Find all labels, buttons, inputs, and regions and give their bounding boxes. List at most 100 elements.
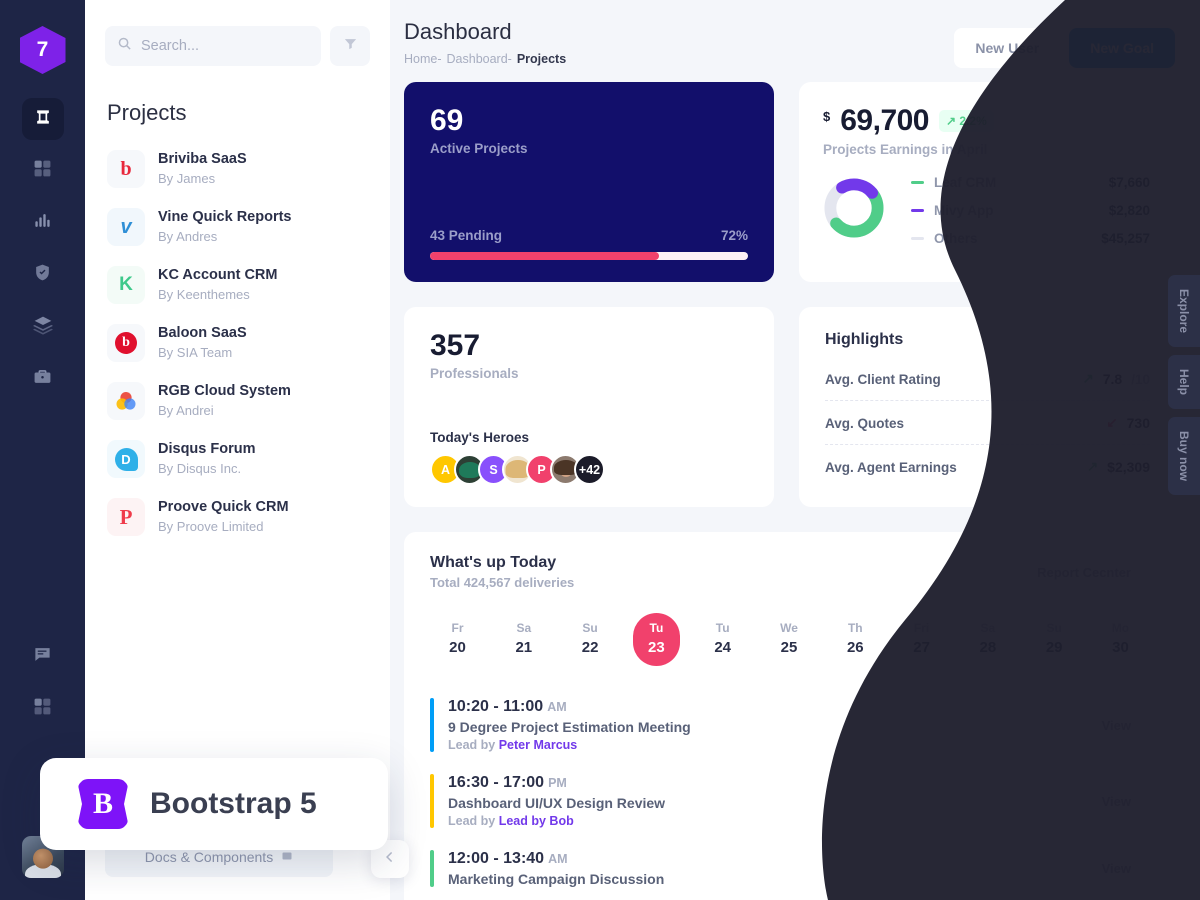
day-of-week: Mo (1111, 621, 1130, 635)
view-button[interactable]: View (1084, 784, 1148, 818)
event-lead-prefix: Lead by (448, 814, 499, 828)
day-of-week: Tu (715, 621, 730, 635)
bootstrap-badge: B Bootstrap 5 (40, 758, 388, 850)
avatar-initial: S (489, 462, 498, 477)
breadcrumb-item-dashboard[interactable]: Dashboard- (447, 52, 512, 66)
day-item[interactable]: Sa 21 (500, 613, 547, 666)
external-link-icon (281, 849, 293, 865)
rail-item-messages[interactable] (22, 636, 64, 678)
highlight-label: Avg. Client Rating (825, 371, 941, 387)
list-item: 10:20 - 11:00 AM 9 Degree Project Estimat… (430, 688, 1148, 764)
search-input[interactable]: Search... (105, 26, 321, 66)
day-item[interactable]: Fri 27 (898, 613, 945, 666)
day-item[interactable]: Th 26 (832, 613, 879, 666)
project-name: Baloon SaaS (158, 325, 247, 342)
list-item[interactable]: b Baloon SaaS By SIA Team (85, 314, 390, 372)
docs-label: Docs & Components (144, 849, 274, 865)
day-item[interactable]: We 25 (765, 613, 812, 666)
rail-item-dashboard[interactable] (21, 98, 64, 140)
day-number: 28 (979, 639, 997, 656)
highlight-value: $2,309 (1107, 459, 1150, 475)
rail-item-layers[interactable] (22, 306, 64, 348)
project-author: By James (158, 170, 216, 186)
briefcase-icon (33, 367, 52, 391)
list-item[interactable]: RGB Cloud System By Andrei (85, 372, 390, 430)
day-item[interactable]: Fr 20 (434, 613, 481, 666)
highlight-label: Avg. Quotes (825, 415, 905, 431)
rail-item-projects[interactable] (22, 358, 64, 400)
breadcrumb: Home- Dashboard- Projects (404, 52, 566, 66)
list-item[interactable]: P Proove Quick CRM By Proove Limited (85, 488, 390, 546)
event-color-bar (430, 774, 434, 828)
project-name: Briviba SaaS (158, 151, 247, 168)
search-placeholder: Search... (141, 38, 200, 54)
currency-symbol: $ (823, 109, 831, 124)
side-tab-buy-now[interactable]: Buy now (1168, 417, 1200, 496)
whats-up-today-card: What's up Today Total 424,567 deliveries… (404, 532, 1174, 900)
day-item[interactable]: Su 29 (1031, 613, 1078, 666)
stat-cards-grid: 69 Active Projects 43 Pending 72% $ 69,7… (390, 68, 1200, 507)
earnings-amounts: $7,660 $2,820 $45,257 (1101, 175, 1150, 246)
day-number: 27 (913, 639, 930, 656)
project-author: By Andres (158, 228, 218, 244)
side-tab-explore[interactable]: Explore (1168, 275, 1200, 348)
day-item[interactable]: Tu 24 (699, 613, 746, 666)
side-tab-group: Explore Help Buy now (1168, 275, 1200, 496)
legend-amount: $2,820 (1108, 203, 1150, 218)
cube-icon (33, 107, 53, 132)
rail-item-apps[interactable] (22, 150, 64, 192)
todays-heroes-title: Today's Heroes (430, 430, 529, 445)
day-of-week: Su (582, 621, 598, 635)
day-item[interactable]: Sa 28 (964, 613, 1011, 666)
highlight-label: Avg. Agent Earnings (825, 459, 957, 475)
bar-chart-icon (33, 211, 52, 235)
table-row: Avg. Client Rating ↗ 7.8 /10 (825, 357, 1150, 400)
highlight-value: 7.8 (1102, 371, 1123, 387)
rail-item-security[interactable] (22, 254, 64, 296)
breadcrumb-item-home[interactable]: Home- (404, 52, 442, 66)
list-item[interactable]: v Vine Quick Reports By Andres (85, 198, 390, 256)
day-of-week: Sa (516, 621, 532, 635)
day-number: 25 (780, 639, 798, 656)
filter-button[interactable] (330, 26, 370, 66)
avatar-face (33, 848, 53, 869)
avatar-overflow-count[interactable]: +42 (574, 454, 605, 485)
event-title: 9 Degree Project Estimation Meeting (448, 719, 691, 735)
active-projects-label: Active Projects (430, 141, 528, 156)
view-button[interactable]: View (1084, 708, 1148, 742)
search-icon (117, 36, 132, 56)
avatar-initial: A (440, 462, 451, 477)
professionals-label: Professionals (430, 366, 519, 381)
list-item[interactable]: b Briviba SaaS By James (85, 140, 390, 198)
view-button[interactable]: View (1084, 852, 1148, 885)
event-lead-name[interactable]: Lead by Bob (499, 814, 574, 828)
project-author: By Keenthemes (158, 286, 250, 302)
project-logo-icon: K (107, 266, 145, 304)
list-item[interactable]: K KC Account CRM By Keenthemes (85, 256, 390, 314)
day-item-selected[interactable]: Tu 23 (632, 613, 680, 666)
app-logo[interactable]: 7 (19, 26, 66, 74)
report-center-button[interactable]: Report Cecnter (1020, 554, 1148, 591)
rail-item-reports[interactable] (22, 202, 64, 244)
event-ampm: AM (548, 852, 568, 866)
day-item[interactable]: Su 22 (567, 613, 614, 666)
side-tab-help[interactable]: Help (1168, 355, 1200, 410)
list-item[interactable]: D Disqus Forum By Disqus Inc. (85, 430, 390, 488)
legend-label: Others (934, 231, 978, 246)
table-row: Avg. Agent Earnings ↗ $2,309 (825, 444, 1150, 488)
new-user-button[interactable]: New User (954, 28, 1061, 68)
new-goal-button[interactable]: New Goal (1069, 28, 1175, 68)
trend-up-icon: ↗ (1086, 459, 1099, 474)
event-time: 16:30 - 17:00 (448, 774, 545, 791)
rail-item-widgets[interactable] (22, 688, 64, 730)
day-item[interactable]: Mo 30 (1097, 613, 1144, 666)
professionals-card: 357 Professionals Today's Heroes A S P +… (404, 307, 774, 507)
grid-icon (33, 697, 52, 721)
avatar-initial: P (537, 462, 546, 477)
project-logo-icon: P (107, 498, 145, 536)
earnings-card: $ 69,700 ↗ 2.2% Projects Earnings in Apr… (799, 82, 1174, 282)
event-lead-name[interactable]: Peter Marcus (499, 738, 578, 752)
earnings-legend: Leaf CRM Mivy App Others (911, 175, 996, 246)
avatar-initial: +42 (578, 462, 601, 477)
earnings-trend-badge: ↗ 2.2% (939, 110, 994, 132)
